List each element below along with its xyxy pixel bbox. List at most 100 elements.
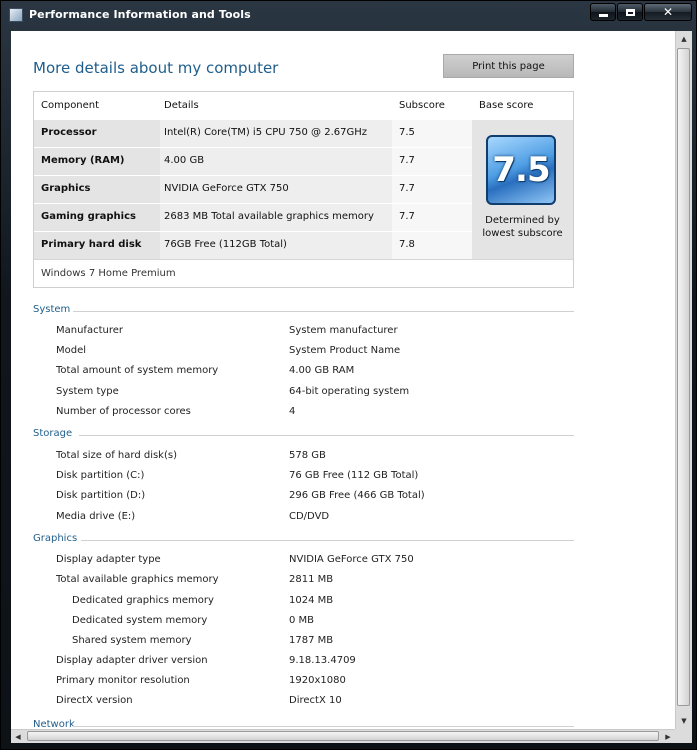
base-score-caption: Determined by lowest subscore: [472, 214, 573, 240]
detail-label: Disk partition (D:): [56, 490, 146, 501]
detail-value: 1787 MB: [289, 635, 334, 646]
horizontal-scrollbar[interactable]: ◀ ▶: [11, 729, 675, 743]
base-caption-line-2: lowest subscore: [482, 228, 563, 239]
base-score-badge: 7.5: [486, 135, 556, 205]
scroll-down-icon[interactable]: ▼: [676, 713, 692, 729]
detail-value: 76 GB Free (112 GB Total): [289, 470, 419, 481]
score-row: Gaming graphics 2683 MB Total available …: [34, 204, 472, 232]
component-subscore: 7.7: [392, 204, 472, 231]
detail-value: 0 MB: [289, 615, 315, 626]
detail-row: Dedicated graphics memory 1024 MB: [11, 595, 611, 611]
score-table-header: Component Details Subscore Base score: [34, 92, 573, 120]
vertical-scrollbar[interactable]: ▲ ▼: [675, 31, 692, 729]
scrollbar-corner: [675, 729, 692, 743]
close-button[interactable]: ✕: [644, 3, 692, 21]
detail-value: CD/DVD: [289, 511, 330, 522]
detail-label: Primary monitor resolution: [56, 675, 190, 686]
detail-label: Total amount of system memory: [56, 365, 219, 376]
detail-label: Manufacturer: [56, 325, 123, 336]
component-name: Graphics: [34, 176, 160, 203]
detail-row: Total available graphics memory 2811 MB: [11, 574, 611, 590]
print-button[interactable]: Print this page: [443, 54, 574, 78]
detail-label: System type: [56, 386, 119, 397]
section-title: Storage: [33, 428, 73, 439]
detail-row: Display adapter driver version 9.18.13.47…: [11, 655, 611, 671]
scroll-up-icon[interactable]: ▲: [676, 31, 692, 47]
scroll-left-icon[interactable]: ◀: [11, 730, 25, 743]
detail-row: Total amount of system memory 4.00 GB RAM: [11, 365, 611, 381]
detail-row: Shared system memory 1787 MB: [11, 635, 611, 651]
window-app-icon: [9, 8, 23, 22]
maximize-button[interactable]: [617, 3, 643, 21]
base-score-value: 7.5: [492, 150, 550, 190]
detail-row: Disk partition (D:) 296 GB Free (466 GB T…: [11, 490, 611, 506]
score-row: Graphics NVIDIA GeForce GTX 750 7.7: [34, 176, 472, 204]
detail-row: DirectX version DirectX 10: [11, 695, 611, 711]
section-title: System: [33, 304, 71, 315]
detail-label: Dedicated graphics memory: [72, 595, 214, 606]
section-graphics: Graphics: [33, 533, 574, 547]
detail-row: Display adapter type NVIDIA GeForce GTX 7…: [11, 554, 611, 570]
page-title: More details about my computer: [33, 59, 279, 77]
component-details: 76GB Free (112GB Total): [160, 232, 392, 259]
close-icon: ✕: [662, 5, 674, 19]
section-divider: [79, 435, 574, 436]
detail-label: Model: [56, 345, 87, 356]
windows-edition: Windows 7 Home Premium: [34, 259, 573, 287]
detail-label: Disk partition (C:): [56, 470, 145, 481]
detail-value: 64-bit operating system: [289, 386, 410, 397]
section-divider: [81, 540, 574, 541]
section-divider: [73, 726, 574, 727]
component-name: Memory (RAM): [34, 148, 160, 175]
component-details: NVIDIA GeForce GTX 750: [160, 176, 392, 203]
section-title: Graphics: [33, 533, 78, 544]
score-row: Processor Intel(R) Core(TM) i5 CPU 750 @…: [34, 120, 472, 148]
component-details: 2683 MB Total available graphics memory: [160, 204, 392, 231]
detail-value: 2811 MB: [289, 574, 334, 585]
section-network: Network: [33, 719, 574, 729]
scroll-right-icon[interactable]: ▶: [661, 730, 675, 743]
component-name: Primary hard disk: [34, 232, 160, 259]
component-name: Gaming graphics: [34, 204, 160, 231]
window-frame: Performance Information and Tools ✕ More…: [0, 0, 697, 750]
detail-value: System manufacturer: [289, 325, 398, 336]
detail-value: DirectX 10: [289, 695, 342, 706]
minimize-button[interactable]: [590, 3, 616, 21]
detail-label: Media drive (E:): [56, 511, 136, 522]
vertical-scroll-thumb[interactable]: [677, 48, 690, 706]
detail-row: System type 64-bit operating system: [11, 386, 611, 402]
detail-value: 578 GB: [289, 450, 326, 461]
detail-row: Model System Product Name: [11, 345, 611, 361]
detail-value: NVIDIA GeForce GTX 750: [289, 554, 414, 565]
component-subscore: 7.7: [392, 148, 472, 175]
detail-value: 1024 MB: [289, 595, 334, 606]
score-row: Memory (RAM) 4.00 GB 7.7: [34, 148, 472, 176]
detail-row: Media drive (E:) CD/DVD: [11, 511, 611, 527]
base-score-panel: 7.5 Determined by lowest subscore: [472, 120, 573, 259]
window-title: Performance Information and Tools: [29, 8, 251, 21]
section-title: Network: [33, 719, 75, 729]
detail-label: DirectX version: [56, 695, 133, 706]
header-subscore: Subscore: [399, 100, 445, 111]
component-subscore: 7.5: [392, 120, 472, 147]
detail-row: Number of processor cores 4: [11, 406, 611, 422]
detail-value: 9.18.13.4709: [289, 655, 356, 666]
detail-label: Total size of hard disk(s): [56, 450, 177, 461]
detail-value: 4: [289, 406, 296, 417]
horizontal-scroll-thumb[interactable]: [27, 731, 659, 741]
detail-row: Dedicated system memory 0 MB: [11, 615, 611, 631]
detail-label: Number of processor cores: [56, 406, 191, 417]
section-storage: Storage: [33, 428, 574, 442]
caption-buttons: ✕: [589, 3, 693, 21]
detail-label: Display adapter type: [56, 554, 161, 565]
base-caption-line-1: Determined by: [485, 215, 560, 226]
section-system: System: [33, 304, 574, 318]
component-subscore: 7.7: [392, 176, 472, 203]
detail-label: Shared system memory: [72, 635, 192, 646]
score-table: Component Details Subscore Base score Pr…: [33, 91, 574, 288]
title-bar[interactable]: Performance Information and Tools ✕: [1, 1, 697, 31]
detail-row: Total size of hard disk(s) 578 GB: [11, 450, 611, 466]
detail-value: 296 GB Free (466 GB Total): [289, 490, 425, 501]
detail-value: 1920x1080: [289, 675, 346, 686]
component-subscore: 7.8: [392, 232, 472, 259]
